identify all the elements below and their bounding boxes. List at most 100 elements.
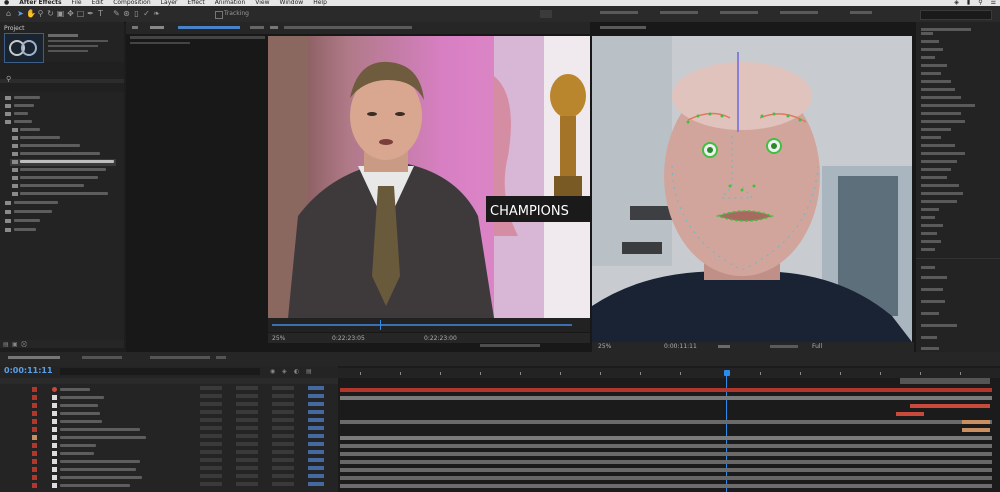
layer-bar[interactable] — [340, 460, 992, 464]
effect-item[interactable] — [921, 48, 943, 51]
layer-bar[interactable] — [340, 420, 992, 424]
project-search-field[interactable] — [0, 79, 124, 83]
layer-name[interactable] — [60, 484, 130, 487]
timeline-tab-active[interactable] — [8, 356, 60, 359]
layer-name[interactable] — [60, 396, 104, 399]
trash-icon[interactable]: ⛒ — [21, 341, 27, 349]
composition-viewer[interactable]: CHAMPIONS — [268, 36, 590, 318]
effect-item[interactable] — [921, 152, 965, 155]
effect-item[interactable] — [921, 56, 935, 59]
project-item[interactable] — [20, 152, 100, 155]
effects-search[interactable] — [921, 28, 971, 31]
effect-item[interactable] — [921, 128, 951, 131]
layer-resolution[interactable]: Full — [812, 342, 822, 351]
effect-item[interactable] — [921, 224, 943, 227]
type-tool-icon[interactable]: T — [96, 9, 105, 18]
layer-bar[interactable] — [340, 484, 992, 488]
effect-item[interactable] — [921, 88, 955, 91]
snapping-checkbox[interactable] — [215, 11, 223, 19]
motion-blur-icon[interactable]: ◐ — [294, 368, 299, 375]
panel-item[interactable] — [921, 288, 943, 291]
label-color[interactable] — [32, 411, 37, 416]
layer-tab-label[interactable] — [600, 26, 646, 29]
label-color[interactable] — [32, 459, 37, 464]
footage-magnification[interactable]: 25% — [272, 334, 285, 343]
layer-bar[interactable] — [962, 420, 990, 424]
layer-search-field[interactable] — [60, 368, 260, 375]
project-item[interactable] — [14, 112, 28, 115]
layer-bar[interactable] — [340, 468, 992, 472]
workspace-tab-1[interactable] — [540, 10, 552, 18]
zoom-tool-icon[interactable]: ⚲ — [36, 9, 45, 18]
effect-item[interactable] — [921, 248, 935, 251]
effect-item[interactable] — [921, 96, 961, 99]
new-folder-icon[interactable]: ▤ — [3, 341, 9, 348]
project-item[interactable] — [14, 210, 52, 213]
project-item[interactable] — [20, 128, 40, 131]
frame-blend-icon[interactable]: ◈ — [282, 368, 287, 375]
layer-name[interactable] — [60, 428, 140, 431]
project-item[interactable] — [14, 120, 32, 123]
panel-item[interactable] — [921, 336, 937, 339]
layer-viewer[interactable] — [592, 36, 912, 342]
footage-tab-icon[interactable] — [270, 26, 278, 29]
effect-item[interactable] — [921, 240, 941, 243]
effect-item[interactable] — [921, 64, 947, 67]
pen-tool-icon[interactable]: ✒ — [86, 9, 95, 18]
layer-name[interactable] — [60, 388, 90, 391]
playhead-line[interactable] — [726, 376, 727, 492]
layer-name[interactable] — [60, 444, 96, 447]
effect-item[interactable] — [921, 192, 963, 195]
effect-item[interactable] — [921, 208, 939, 211]
footage-tab-label[interactable] — [284, 26, 412, 29]
tab-menu-icon[interactable] — [132, 26, 138, 29]
layer-bar[interactable] — [340, 452, 992, 456]
project-item[interactable] — [14, 219, 40, 222]
hand-tool-icon[interactable]: ✋ — [26, 9, 36, 18]
clone-stamp-icon[interactable]: ⊛ — [122, 9, 131, 18]
layer-name[interactable] — [60, 420, 102, 423]
footage-playhead[interactable] — [380, 320, 381, 330]
panel-item[interactable] — [921, 347, 939, 350]
layer-bar[interactable] — [340, 436, 992, 440]
home-icon[interactable]: ⌂ — [4, 9, 13, 18]
project-item[interactable] — [14, 201, 58, 204]
layer-name[interactable] — [60, 412, 100, 415]
layer-bar[interactable] — [910, 404, 990, 408]
layer-bar[interactable] — [340, 476, 992, 480]
workspace-tab-5[interactable] — [780, 11, 818, 14]
workspace-label[interactable]: Tracking — [224, 10, 249, 17]
project-item[interactable] — [20, 176, 98, 179]
tab-label[interactable] — [250, 26, 264, 29]
active-comp-tab[interactable] — [178, 26, 240, 29]
selection-tool-icon[interactable]: ➤ — [16, 9, 25, 18]
project-item[interactable] — [20, 192, 108, 195]
panel-item[interactable] — [921, 276, 947, 279]
footage-timecode[interactable]: 0:22:23:05 — [332, 334, 365, 343]
brush-tool-icon[interactable]: ✎ — [112, 9, 121, 18]
roto-brush-icon[interactable]: ✓ — [142, 9, 151, 18]
label-color[interactable] — [32, 435, 37, 440]
effect-item[interactable] — [921, 136, 941, 139]
channel-selector[interactable] — [770, 345, 798, 348]
panel-item[interactable] — [921, 324, 957, 327]
footage-view-options[interactable] — [480, 344, 540, 347]
new-composition-icon[interactable]: ▣ — [12, 341, 18, 348]
timeline-tab[interactable] — [82, 356, 122, 359]
panel-item[interactable] — [921, 266, 935, 269]
project-item[interactable] — [14, 104, 34, 107]
project-tab[interactable]: Project — [4, 25, 25, 32]
effect-item[interactable] — [921, 168, 951, 171]
timeline-tab[interactable] — [150, 356, 210, 359]
pan-behind-icon[interactable]: ✥ — [66, 9, 75, 18]
label-color[interactable] — [32, 451, 37, 456]
trkmat-column[interactable] — [236, 386, 258, 490]
mode-column[interactable] — [200, 386, 222, 490]
effect-item[interactable] — [921, 216, 935, 219]
label-color[interactable] — [32, 483, 37, 488]
effect-item[interactable] — [921, 80, 951, 83]
layer-bar[interactable] — [962, 428, 990, 432]
camera-tool-icon[interactable]: ▣ — [56, 9, 65, 18]
label-color[interactable] — [32, 443, 37, 448]
effect-item[interactable] — [921, 184, 959, 187]
